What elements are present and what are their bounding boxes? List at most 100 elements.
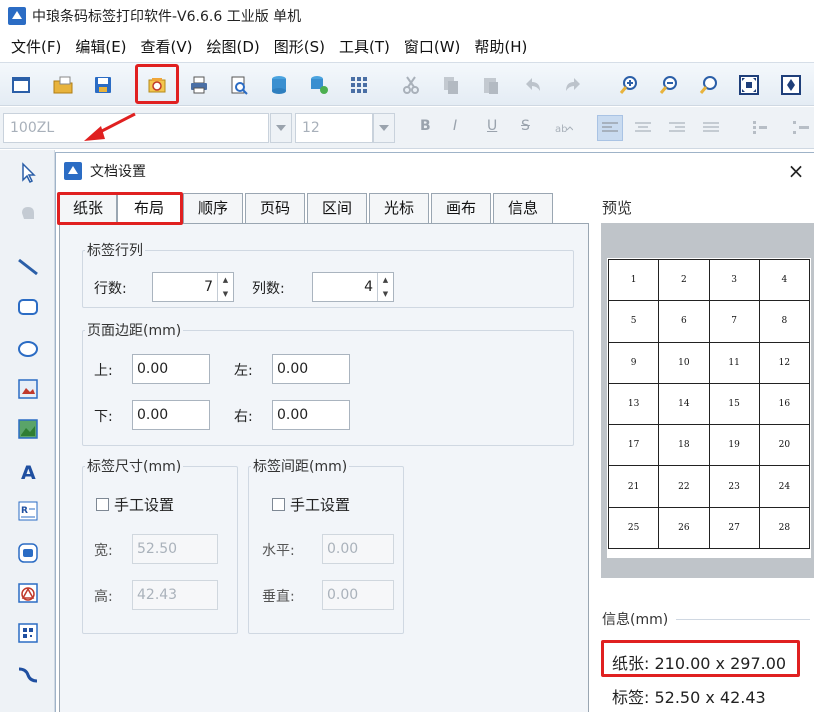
margin-right-label: 右: (234, 409, 253, 425)
tab-order[interactable]: 顺序 (183, 193, 243, 223)
label-width-label: 宽: (94, 543, 113, 559)
shape-tool-button[interactable] (13, 578, 43, 608)
ellipse-tool-button[interactable] (13, 334, 43, 364)
image-tool-button[interactable] (13, 374, 43, 404)
tab-cursor[interactable]: 光标 (369, 193, 429, 223)
tab-info[interactable]: 信息 (493, 193, 553, 223)
redo-button[interactable] (558, 70, 588, 100)
font-size-select[interactable]: 12 (295, 113, 373, 143)
menu-view[interactable]: 查看(V) (134, 36, 200, 57)
strikethrough-button[interactable]: S (521, 118, 530, 134)
label-height-input[interactable]: 42.43 (132, 580, 218, 610)
zoom-out-icon (659, 76, 677, 94)
curve-tool-button[interactable] (13, 660, 43, 690)
zoom-out-button[interactable] (654, 70, 684, 100)
margin-left-input[interactable]: 0.00 (272, 354, 350, 384)
align-center-button[interactable] (630, 115, 656, 141)
line-tool-button[interactable] (13, 252, 43, 282)
label-spacing-manual-checkbox[interactable] (272, 498, 285, 511)
align-right-button[interactable] (664, 115, 690, 141)
cols-stepper[interactable]: 4 ▲ ▼ (312, 272, 394, 302)
save-icon (95, 77, 111, 93)
cols-spin-arrows[interactable]: ▲ ▼ (377, 273, 393, 301)
select-tool-button[interactable] (13, 158, 43, 188)
tab-canvas[interactable]: 画布 (431, 193, 491, 223)
character-spacing-button[interactable]: ab (551, 115, 577, 141)
database-settings-icon (311, 76, 328, 94)
preview-cell: 8 (759, 301, 810, 343)
menu-tools[interactable]: 工具(T) (332, 36, 397, 57)
menu-window[interactable]: 窗口(W) (397, 36, 468, 57)
print-preview-button[interactable] (224, 70, 254, 100)
menu-edit[interactable]: 编辑(E) (68, 36, 133, 57)
tab-range[interactable]: 区间 (307, 193, 367, 223)
preview-cell: 23 (709, 466, 760, 508)
undo-button[interactable] (518, 70, 548, 100)
zoom-fit-button[interactable] (694, 70, 724, 100)
app-logo-icon (8, 7, 26, 25)
fit-width-button[interactable] (776, 70, 806, 100)
rich-text-tool-button[interactable]: R (13, 496, 43, 526)
label-width-input[interactable]: 52.50 (132, 534, 218, 564)
rounded-rect-tool-button[interactable] (13, 292, 43, 322)
picture-tool-button[interactable] (13, 414, 43, 444)
preview-cell: 22 (659, 466, 710, 508)
align-justify-button[interactable] (698, 115, 724, 141)
tab-page-number[interactable]: 页码 (245, 193, 305, 223)
italic-button[interactable]: I (453, 118, 457, 134)
underline-button[interactable]: U (487, 118, 497, 134)
print-button[interactable] (184, 70, 214, 100)
save-button[interactable] (88, 70, 118, 100)
paste-button[interactable] (476, 70, 506, 100)
margin-bottom-input[interactable]: 0.00 (132, 400, 210, 430)
vertical-align-button[interactable] (748, 115, 774, 141)
rows-spin-arrows[interactable]: ▲ ▼ (217, 273, 233, 301)
new-button[interactable] (6, 70, 36, 100)
copy-icon (444, 77, 458, 94)
margin-top-input[interactable]: 0.00 (132, 354, 210, 384)
spin-up-icon[interactable]: ▲ (218, 273, 233, 287)
qrcode-tool-button[interactable] (13, 618, 43, 648)
label-size-manual-label: 手工设置 (114, 496, 175, 514)
ellipse-icon (18, 341, 38, 357)
text-tool-button[interactable]: A (13, 456, 43, 486)
close-button[interactable]: × (784, 159, 808, 183)
bold-button[interactable]: B (420, 118, 431, 134)
spacing-horizontal-input[interactable]: 0.00 (322, 534, 394, 564)
database-button[interactable] (264, 70, 294, 100)
menu-help[interactable]: 帮助(H) (467, 36, 534, 57)
margin-right-input[interactable]: 0.00 (272, 400, 350, 430)
grid-button[interactable] (344, 70, 374, 100)
spin-down-icon[interactable]: ▼ (218, 287, 233, 301)
spin-down-icon[interactable]: ▼ (378, 287, 393, 301)
font-size-dropdown[interactable] (373, 113, 395, 143)
rounded-rectangle-icon (18, 299, 38, 315)
preview-cell: 18 (659, 425, 710, 467)
label-size-legend: 标签尺寸(mm) (87, 459, 182, 475)
paper-size-highlight (601, 640, 800, 677)
image-icon (18, 379, 38, 399)
fit-page-button[interactable] (734, 70, 764, 100)
font-name-select[interactable]: 100ZL (3, 113, 269, 143)
label-size-manual-checkbox[interactable] (96, 498, 109, 511)
font-name-dropdown[interactable] (270, 113, 292, 143)
open-button[interactable] (48, 70, 78, 100)
menu-shape[interactable]: 图形(S) (267, 36, 332, 57)
database-settings-button[interactable] (304, 70, 334, 100)
menu-file[interactable]: 文件(F) (4, 36, 68, 57)
zoom-in-button[interactable] (614, 70, 644, 100)
copy-button[interactable] (436, 70, 466, 100)
preview-cell: 10 (659, 342, 710, 384)
spin-up-icon[interactable]: ▲ (378, 273, 393, 287)
spacing-vertical-input[interactable]: 0.00 (322, 580, 394, 610)
rows-stepper[interactable]: 7 ▲ ▼ (152, 272, 234, 302)
align-left-button[interactable] (597, 115, 623, 141)
distribute-button[interactable] (788, 115, 814, 141)
main-toolbar (0, 62, 814, 106)
margin-left-label: 左: (234, 363, 253, 379)
menu-draw[interactable]: 绘图(D) (200, 36, 267, 57)
barcode-tool-button[interactable] (13, 538, 43, 568)
pan-tool-button[interactable] (13, 198, 43, 228)
cut-button[interactable] (396, 70, 426, 100)
margin-bottom-label: 下: (94, 409, 113, 425)
